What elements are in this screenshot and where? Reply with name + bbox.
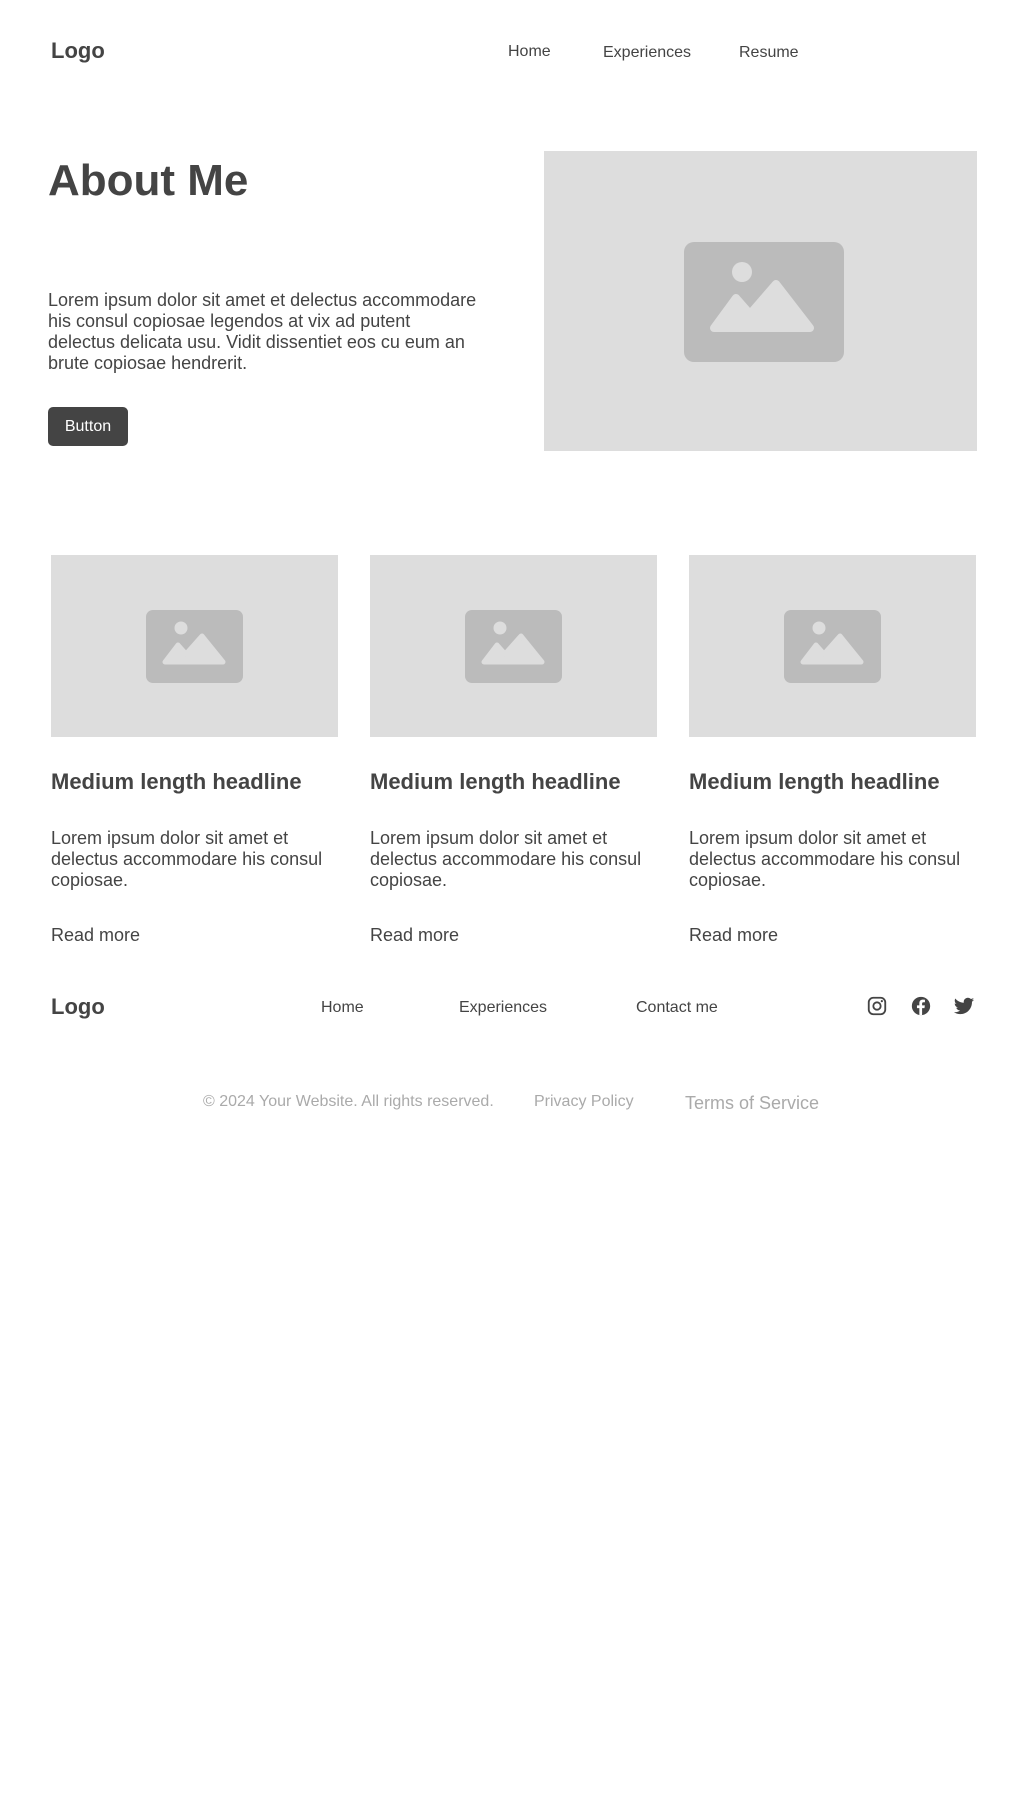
card-text: Lorem ipsum dolor sit amet et delectus a… [51, 828, 323, 890]
hero-button[interactable]: Button [48, 407, 128, 446]
hero-title: About Me [48, 156, 249, 205]
card-headline: Medium length headline [370, 769, 621, 794]
twitter-icon[interactable] [953, 995, 975, 1017]
hero-description: Lorem ipsum dolor sit amet et delectus a… [48, 290, 477, 373]
card-2: Medium length headline Lorem ipsum dolor… [370, 555, 657, 955]
footer-nav-home[interactable]: Home [321, 999, 364, 1017]
footer-nav-experiences[interactable]: Experiences [459, 999, 547, 1017]
card-image [689, 555, 976, 737]
image-placeholder-icon [684, 242, 844, 362]
read-more-link[interactable]: Read more [370, 925, 459, 946]
card-image [370, 555, 657, 737]
card-3: Medium length headline Lorem ipsum dolor… [689, 555, 976, 955]
instagram-icon[interactable] [866, 995, 888, 1017]
card-1: Medium length headline Lorem ipsum dolor… [51, 555, 338, 955]
image-placeholder-icon [146, 610, 243, 683]
terms-of-service-link[interactable]: Terms of Service [685, 1093, 819, 1114]
nav-home[interactable]: Home [508, 43, 551, 61]
facebook-icon[interactable] [910, 995, 932, 1017]
card-text: Lorem ipsum dolor sit amet et delectus a… [370, 828, 642, 890]
page: Logo Home Experiences Resume About Me Lo… [0, 0, 1024, 1800]
nav-experiences[interactable]: Experiences [603, 44, 691, 62]
read-more-link[interactable]: Read more [51, 925, 140, 946]
card-image [51, 555, 338, 737]
read-more-link[interactable]: Read more [689, 925, 778, 946]
image-placeholder-icon [465, 610, 562, 683]
card-headline: Medium length headline [689, 769, 940, 794]
image-placeholder-icon [784, 610, 881, 683]
privacy-policy-link[interactable]: Privacy Policy [534, 1093, 634, 1111]
card-text: Lorem ipsum dolor sit amet et delectus a… [689, 828, 961, 890]
header-logo[interactable]: Logo [51, 38, 105, 64]
footer-nav-contact[interactable]: Contact me [636, 999, 718, 1017]
card-headline: Medium length headline [51, 769, 302, 794]
hero-image [544, 151, 977, 451]
footer-logo[interactable]: Logo [51, 994, 105, 1020]
nav-resume[interactable]: Resume [739, 44, 799, 62]
copyright-text: © 2024 Your Website. All rights reserved… [203, 1093, 494, 1110]
site-header: Logo Home Experiences Resume [0, 0, 1024, 100]
